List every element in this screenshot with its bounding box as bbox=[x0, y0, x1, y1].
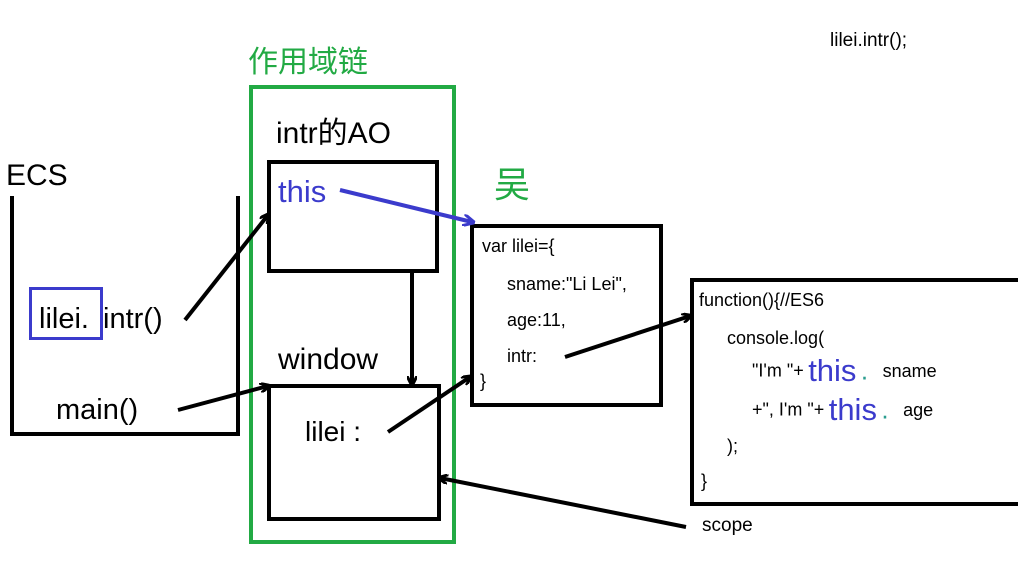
arrow-window-var-to-object bbox=[386, 377, 470, 434]
arrow-this-to-object bbox=[339, 188, 472, 222]
arrow-intr-to-function bbox=[564, 316, 690, 359]
arrow-scope-to-window bbox=[440, 478, 687, 529]
arrow-ecs-main-to-window bbox=[177, 386, 268, 412]
arrows-layer bbox=[177, 188, 1018, 529]
arrow-ecs-intr-to-ao bbox=[183, 215, 268, 322]
